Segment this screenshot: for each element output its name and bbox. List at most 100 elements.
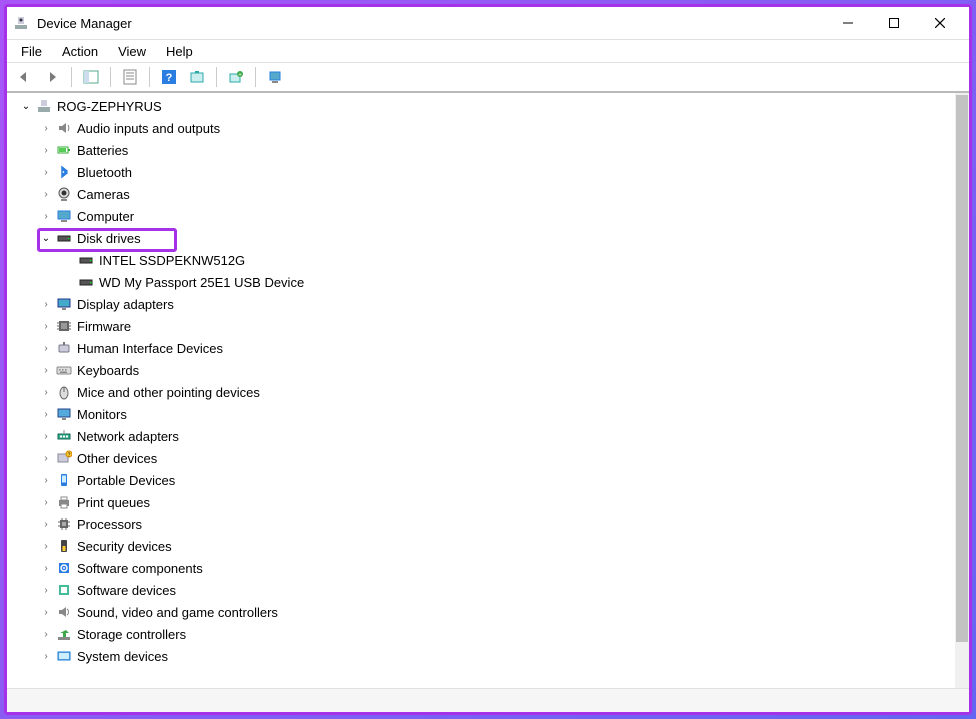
tree-category[interactable]: ›Monitors [11, 403, 969, 425]
category-label: Disk drives [77, 231, 141, 246]
add-legacy-button[interactable]: + [223, 65, 249, 89]
tree-category[interactable]: › Processors [11, 513, 969, 535]
chevron-right-icon[interactable]: › [39, 495, 53, 509]
chevron-right-icon[interactable]: › [39, 451, 53, 465]
tree-category[interactable]: ›?Other devices [11, 447, 969, 469]
chevron-right-icon[interactable]: › [39, 385, 53, 399]
category-label: Processors [77, 517, 142, 532]
toolbar-separator [216, 67, 217, 87]
window-controls [825, 8, 963, 38]
svg-text:+: + [238, 73, 242, 79]
category-label: Software devices [77, 583, 176, 598]
toolbar-separator [149, 67, 150, 87]
software-icon [55, 559, 73, 577]
category-label: Computer [77, 209, 134, 224]
scan-hardware-button[interactable] [184, 65, 210, 89]
maximize-button[interactable] [871, 8, 917, 38]
tree-category[interactable]: ›Audio inputs and outputs [11, 117, 969, 139]
back-button[interactable] [11, 65, 37, 89]
category-label: Security devices [77, 539, 172, 554]
tree-category[interactable]: › Security devices [11, 535, 969, 557]
scrollbar-thumb[interactable] [956, 95, 968, 642]
chevron-right-icon[interactable]: › [39, 517, 53, 531]
category-label: Display adapters [77, 297, 174, 312]
tree-category[interactable]: › Batteries [11, 139, 969, 161]
menu-help[interactable]: Help [156, 41, 203, 62]
tree-category[interactable]: ›Human Interface Devices [11, 337, 969, 359]
chevron-right-icon[interactable]: › [39, 121, 53, 135]
menu-file[interactable]: File [11, 41, 52, 62]
forward-button[interactable] [39, 65, 65, 89]
chevron-right-icon[interactable]: › [39, 341, 53, 355]
tree-device[interactable]: INTEL SSDPEKNW512G [11, 249, 969, 271]
category-label: System devices [77, 649, 168, 664]
chevron-right-icon[interactable]: › [39, 473, 53, 487]
chevron-right-icon[interactable]: › [39, 407, 53, 421]
chevron-right-icon[interactable]: › [39, 561, 53, 575]
category-label: Sound, video and game controllers [77, 605, 278, 620]
tree-category[interactable]: ›Software components [11, 557, 969, 579]
tree-category[interactable]: ›Cameras [11, 183, 969, 205]
chevron-right-icon[interactable]: › [39, 165, 53, 179]
category-label: Batteries [77, 143, 128, 158]
category-label: Print queues [77, 495, 150, 510]
category-label: Portable Devices [77, 473, 175, 488]
minimize-button[interactable] [825, 8, 871, 38]
tree-category[interactable]: › Portable Devices [11, 469, 969, 491]
tree-category[interactable]: › Print queues [11, 491, 969, 513]
chevron-right-icon[interactable]: › [39, 627, 53, 641]
menu-view[interactable]: View [108, 41, 156, 62]
chevron-down-icon[interactable]: ⌄ [19, 99, 33, 113]
chevron-right-icon[interactable]: › [39, 143, 53, 157]
close-button[interactable] [917, 8, 963, 38]
chevron-right-icon[interactable]: › [39, 187, 53, 201]
chevron-right-icon[interactable]: › [39, 539, 53, 553]
device-label: INTEL SSDPEKNW512G [99, 253, 245, 268]
chevron-down-icon[interactable]: ⌄ [39, 231, 53, 245]
mouse-icon [55, 383, 73, 401]
device-tree[interactable]: ⌄ ROG-ZEPHYRUS ›Audio inputs and outputs… [7, 93, 969, 688]
system-icon [55, 647, 73, 665]
tree-root[interactable]: ⌄ ROG-ZEPHYRUS [11, 95, 969, 117]
tree-category[interactable]: ⌄ Disk drives [11, 227, 969, 249]
tree-category[interactable]: › Computer [11, 205, 969, 227]
chevron-right-icon[interactable]: › [39, 209, 53, 223]
chevron-right-icon[interactable]: › [39, 583, 53, 597]
help-button[interactable]: ? [156, 65, 182, 89]
tree-category[interactable]: ›Bluetooth [11, 161, 969, 183]
statusbar [7, 688, 969, 712]
tree-category[interactable]: › System devices [11, 645, 969, 667]
tree-category[interactable]: › Software devices [11, 579, 969, 601]
tree-category[interactable]: ›Storage controllers [11, 623, 969, 645]
portable-icon [55, 471, 73, 489]
tree-device[interactable]: WD My Passport 25E1 USB Device [11, 271, 969, 293]
tree-category[interactable]: › Display adapters [11, 293, 969, 315]
scrollbar[interactable] [955, 93, 969, 688]
tree-category[interactable]: › Sound, video and game controllers [11, 601, 969, 623]
tree-category[interactable]: ›Firmware [11, 315, 969, 337]
bluetooth-icon [55, 163, 73, 181]
toolbar: ? + [7, 63, 969, 93]
category-label: Network adapters [77, 429, 179, 444]
disk-icon [55, 229, 73, 247]
security-icon [55, 537, 73, 555]
tree-category[interactable]: › Keyboards [11, 359, 969, 381]
chevron-right-icon[interactable]: › [39, 297, 53, 311]
tree-category[interactable]: › Network adapters [11, 425, 969, 447]
network-icon [55, 427, 73, 445]
chevron-right-icon[interactable]: › [39, 649, 53, 663]
show-hide-tree-button[interactable] [78, 65, 104, 89]
devices-by-type-button[interactable] [262, 65, 288, 89]
keyboard-icon [55, 361, 73, 379]
device-manager-window: Device Manager File Action View Help [4, 4, 972, 715]
category-label: Keyboards [77, 363, 139, 378]
chevron-right-icon[interactable]: › [39, 605, 53, 619]
tree-category[interactable]: ›Mice and other pointing devices [11, 381, 969, 403]
category-label: Other devices [77, 451, 157, 466]
computer-icon [55, 207, 73, 225]
menu-action[interactable]: Action [52, 41, 108, 62]
chevron-right-icon[interactable]: › [39, 429, 53, 443]
chevron-right-icon[interactable]: › [39, 363, 53, 377]
properties-button[interactable] [117, 65, 143, 89]
chevron-right-icon[interactable]: › [39, 319, 53, 333]
